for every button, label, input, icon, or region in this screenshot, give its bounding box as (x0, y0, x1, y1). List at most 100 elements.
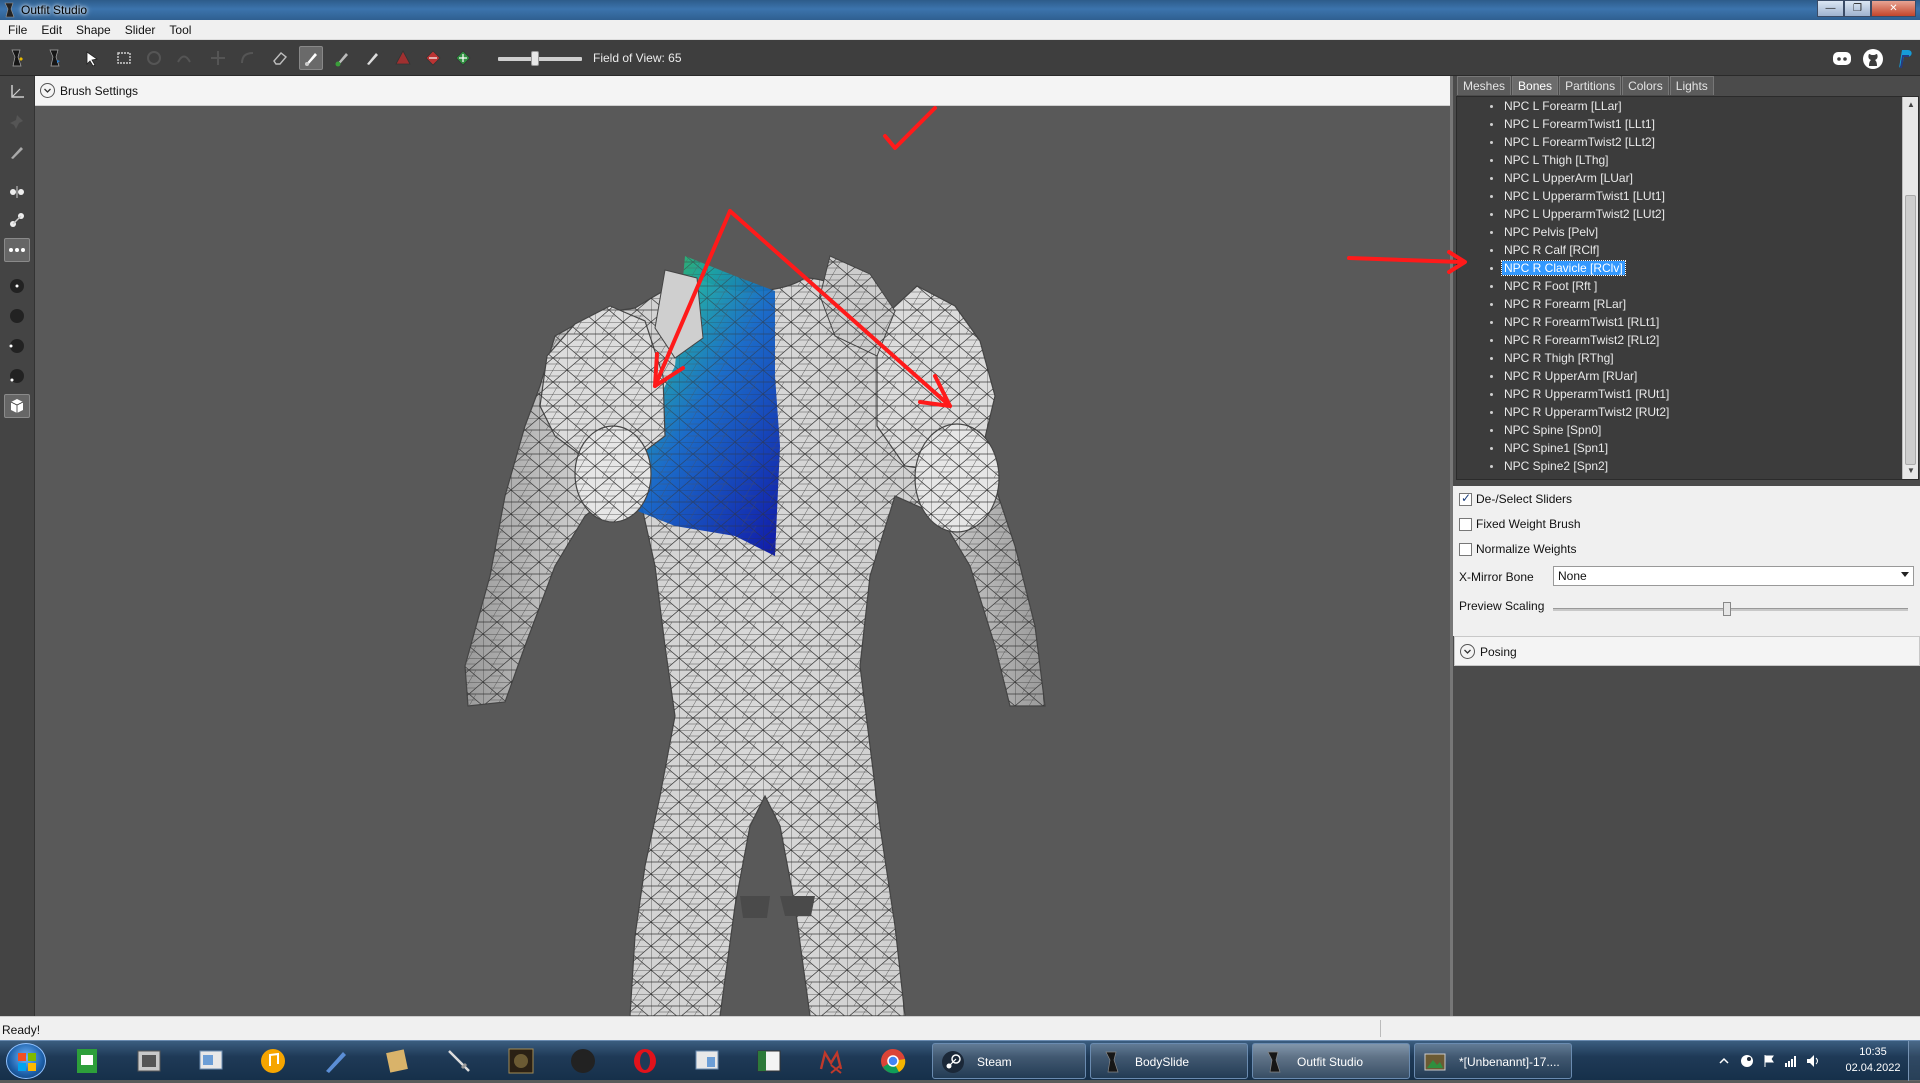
list-item[interactable]: NPC L Forearm [LLar] (1457, 97, 1897, 115)
field-of-view-slider-thumb[interactable] (531, 51, 539, 66)
list-item[interactable]: NPC Pelvis [Pelv] (1457, 223, 1897, 241)
discord-icon[interactable] (1830, 47, 1854, 71)
list-item[interactable]: NPC L UpperarmTwist2 [LUt2] (1457, 205, 1897, 223)
show-desktop-button[interactable] (1908, 1041, 1920, 1081)
music-icon[interactable] (257, 1045, 289, 1077)
clock-date[interactable]: 02.04.2022 (1843, 1062, 1903, 1074)
vertex-points-icon[interactable] (4, 238, 30, 262)
3d-viewport[interactable] (35, 106, 1450, 1016)
preview-scaling-thumb[interactable] (1723, 602, 1731, 616)
brush-falloff-icon[interactable] (4, 364, 30, 388)
list-item[interactable]: NPC Spine1 [Spn1] (1457, 439, 1897, 457)
brush-size-large-icon[interactable] (4, 334, 30, 358)
checkbox-unchecked-icon[interactable] (1459, 517, 1472, 531)
list-item[interactable]: NPC R ForearmTwist1 [RLt1] (1457, 313, 1897, 331)
menu-shape[interactable]: Shape (76, 23, 111, 37)
taskbar-task-outfit-studio[interactable]: Outfit Studio (1252, 1043, 1410, 1079)
list-item[interactable]: NPC R UpperarmTwist2 [RUt2] (1457, 403, 1897, 421)
tab-bones[interactable]: Bones (1512, 76, 1559, 95)
tab-partitions[interactable]: Partitions (1559, 76, 1622, 95)
inflate-brush-icon[interactable] (172, 46, 196, 70)
taskbar-task-steam[interactable]: Steam (932, 1043, 1086, 1079)
preview-scaling-slider[interactable] (1553, 602, 1908, 616)
brush-size-small-icon[interactable] (4, 274, 30, 298)
sword-icon[interactable] (443, 1045, 475, 1077)
bodyslide-logo-icon[interactable] (4, 46, 28, 70)
checkbox-unchecked-icon[interactable] (1459, 542, 1472, 556)
volume-icon[interactable] (1806, 1054, 1820, 1068)
github-icon[interactable] (1861, 47, 1885, 71)
flag-icon[interactable] (1762, 1054, 1776, 1068)
axis-icon[interactable] (4, 80, 30, 104)
list-item[interactable]: NPC R Calf [RClf] (1457, 241, 1897, 259)
list-item[interactable]: NPC R Forearm [RLar] (1457, 295, 1897, 313)
symmetry-icon[interactable] (451, 46, 475, 70)
fixed-weight-brush-checkbox[interactable]: Fixed Weight Brush (1459, 515, 1581, 533)
posing-header[interactable]: Posing (1454, 636, 1920, 666)
field-of-view-slider[interactable] (498, 51, 582, 66)
window-icon[interactable] (753, 1045, 785, 1077)
brush-settings-header[interactable]: Brush Settings (35, 76, 1450, 106)
clock-time[interactable]: 10:35 (1843, 1046, 1903, 1058)
scroll-down-icon[interactable]: ▼ (1903, 463, 1918, 479)
mirror-icon[interactable] (421, 46, 445, 70)
weight-brush-icon[interactable] (299, 46, 323, 70)
bone-list-scrollbar[interactable]: ▲ ▼ (1902, 97, 1918, 479)
brush-size-medium-icon[interactable] (4, 304, 30, 328)
collision-icon[interactable] (391, 46, 415, 70)
menu-edit[interactable]: Edit (41, 23, 62, 37)
scroll-up-icon[interactable]: ▲ (1903, 97, 1918, 113)
eraser-icon[interactable] (268, 46, 292, 70)
tab-meshes[interactable]: Meshes (1457, 76, 1512, 95)
outfit-logo-icon[interactable] (42, 46, 66, 70)
list-item[interactable]: NPC R UpperArm [RUar] (1457, 367, 1897, 385)
smooth-brush-icon[interactable] (236, 46, 260, 70)
list-item[interactable]: NPC R Thigh [RThg] (1457, 349, 1897, 367)
list-item[interactable]: NPC L ForearmTwist2 [LLt2] (1457, 133, 1897, 151)
opera-icon[interactable] (629, 1045, 661, 1077)
steam-tray-icon[interactable] (1740, 1054, 1754, 1068)
chevron-down-icon[interactable] (1460, 644, 1475, 659)
list-item[interactable]: NPC L UpperArm [LUar] (1457, 169, 1897, 187)
vertex-split-icon[interactable] (4, 180, 30, 204)
explorer-2-icon[interactable] (691, 1045, 723, 1077)
checkbox-checked-icon[interactable] (1459, 491, 1472, 506)
transform-icon[interactable] (112, 46, 136, 70)
minimize-button[interactable]: — (1817, 0, 1844, 17)
alpha-brush-icon[interactable] (360, 46, 384, 70)
mx-icon[interactable] (815, 1045, 847, 1077)
select-icon[interactable] (80, 46, 104, 70)
menu-slider[interactable]: Slider (125, 23, 156, 37)
list-item[interactable]: NPC L ForearmTwist1 [LLt1] (1457, 115, 1897, 133)
list-item[interactable]: NPC Spine2 [Spn2] (1457, 457, 1897, 475)
list-item-selected[interactable]: NPC R Clavicle [RClv] (1457, 259, 1897, 277)
paypal-icon[interactable] (1892, 47, 1916, 71)
tab-colors[interactable]: Colors (1622, 76, 1669, 95)
deselect-sliders-checkbox[interactable]: De-/Select Sliders (1459, 490, 1572, 508)
start-button[interactable] (6, 1043, 46, 1079)
scroll-icon[interactable] (381, 1045, 413, 1077)
list-item[interactable]: NPC R UpperarmTwist1 [RUt1] (1457, 385, 1897, 403)
list-item[interactable]: NPC L UpperarmTwist1 [LUt1] (1457, 187, 1897, 205)
pencil-icon[interactable] (4, 140, 30, 164)
menu-file[interactable]: File (8, 23, 27, 37)
list-item[interactable]: NPC R Foot [Rft ] (1457, 277, 1897, 295)
close-button[interactable]: ✕ (1871, 0, 1916, 17)
list-item[interactable]: NPC Spine [Spn0] (1457, 421, 1897, 439)
chevron-down-icon[interactable] (40, 83, 55, 98)
pen-icon[interactable] (319, 1045, 351, 1077)
obs-icon[interactable] (567, 1045, 599, 1077)
game-icon[interactable] (505, 1045, 537, 1077)
xmirror-bone-select[interactable]: None (1553, 566, 1914, 586)
list-item[interactable]: NPC R ForearmTwist2 [RLt2] (1457, 331, 1897, 349)
file-manager-icon[interactable] (71, 1045, 103, 1077)
scrollbar-thumb[interactable] (1905, 195, 1916, 465)
tab-lights[interactable]: Lights (1669, 76, 1714, 95)
color-brush-icon[interactable] (330, 46, 354, 70)
bone-list[interactable]: NPC L Forearm [LLar] NPC L ForearmTwist1… (1456, 96, 1919, 480)
chrome-icon[interactable] (877, 1045, 909, 1077)
move-brush-icon[interactable] (206, 46, 230, 70)
media-icon[interactable] (133, 1045, 165, 1077)
mask-brush-icon[interactable] (142, 46, 166, 70)
list-item[interactable]: NPC L Thigh [LThg] (1457, 151, 1897, 169)
